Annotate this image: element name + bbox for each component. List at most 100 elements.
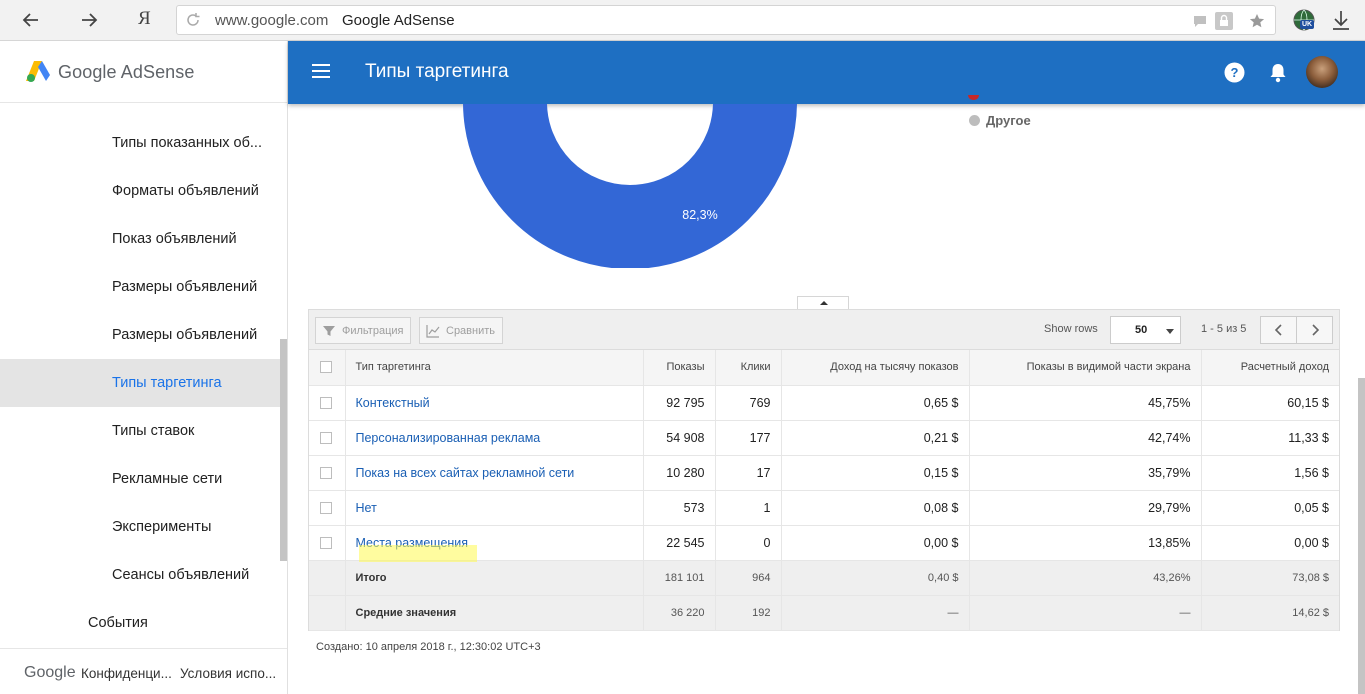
prev-page-button[interactable] <box>1260 316 1297 344</box>
earnings-cell: 0,00 $ <box>1201 525 1339 561</box>
impressions-cell: 573 <box>643 490 716 526</box>
earnings-cell: 1,56 $ <box>1201 455 1339 491</box>
row-checkbox[interactable] <box>309 455 346 491</box>
main-scrollbar[interactable] <box>1358 378 1365 694</box>
donut-percent-label: 82,3% <box>682 208 717 222</box>
table-row: Контекстный 92 795 769 0,65 $ 45,75% 60,… <box>309 385 1339 421</box>
select-all-checkbox[interactable] <box>309 350 346 386</box>
rpm-cell: 0,21 $ <box>781 420 970 456</box>
menu-icon[interactable] <box>312 64 330 78</box>
report-created-timestamp: Создано: 10 апреля 2018 г., 12:30:02 UTC… <box>316 641 541 653</box>
impressions-cell: 92 795 <box>643 385 716 421</box>
column-header[interactable]: Расчетный доход <box>1201 350 1339 386</box>
next-page-button[interactable] <box>1296 316 1333 344</box>
sidebar-item[interactable]: Форматы объявлений <box>0 167 280 215</box>
rpm-cell: 0,08 $ <box>781 490 970 526</box>
total-clicks: 964 <box>715 560 782 596</box>
sidebar-scrollbar[interactable] <box>280 339 287 561</box>
sidebar-item-active[interactable]: Типы таргетинга <box>0 359 280 407</box>
table-row: Показ на всех сайтах рекламной сети 10 2… <box>309 455 1339 491</box>
legend-dot <box>969 115 980 126</box>
lock-icon[interactable] <box>1215 12 1233 30</box>
sidebar-item-label: События <box>88 615 148 631</box>
notifications-bell-icon[interactable] <box>1268 62 1288 83</box>
total-earnings: 73,08 $ <box>1201 560 1339 596</box>
star-icon[interactable] <box>1249 13 1265 29</box>
address-bar[interactable]: www.google.com Google AdSense <box>176 5 1276 35</box>
average-clicks: 192 <box>715 595 782 631</box>
row-checkbox[interactable] <box>309 525 346 561</box>
compare-button[interactable]: Сравнить <box>419 317 504 344</box>
average-viewability: — <box>969 595 1202 631</box>
rows-per-page-value: 50 <box>1135 324 1148 336</box>
sidebar-item-label: Размеры объявлений <box>112 279 258 295</box>
filter-button[interactable]: Фильтрация <box>315 317 412 344</box>
column-header[interactable]: Показы в видимой части экрана <box>969 350 1202 386</box>
clicks-cell: 17 <box>715 455 782 491</box>
targeting-type-link[interactable]: Персонализированная реклама <box>345 420 644 456</box>
row-checkbox[interactable] <box>309 385 346 421</box>
column-header[interactable]: Доход на тысячу показов <box>781 350 970 386</box>
sidebar-item[interactable]: Размеры объявлений <box>0 311 280 359</box>
help-icon[interactable]: ? <box>1224 62 1245 83</box>
targeting-type-link[interactable]: Контекстный <box>345 385 644 421</box>
targeting-donut-chart: 82,3% <box>463 104 797 268</box>
impressions-cell: 10 280 <box>643 455 716 491</box>
column-header[interactable]: Клики <box>715 350 782 386</box>
sidebar-item-events[interactable]: События <box>0 599 280 647</box>
download-icon[interactable] <box>1331 9 1351 31</box>
impressions-cell: 54 908 <box>643 420 716 456</box>
chevron-right-icon <box>1312 324 1320 336</box>
targeting-type-link[interactable]: Нет <box>345 490 644 526</box>
rpm-cell: 0,15 $ <box>781 455 970 491</box>
total-row: Итого 181 101 964 0,40 $ 43,26% 73,08 $ <box>309 560 1339 596</box>
targeting-table: Тип таргетинга Показы Клики Доход на тыс… <box>309 350 1339 631</box>
privacy-link[interactable]: Конфиденци... <box>81 666 172 681</box>
sidebar-item-label: Размеры объявлений <box>112 327 258 343</box>
yandex-button[interactable]: Я <box>138 8 151 30</box>
table-row: Нет 573 1 0,08 $ 29,79% 0,05 $ <box>309 490 1339 526</box>
brand-name[interactable]: Google AdSense <box>58 62 195 83</box>
sidebar-item[interactable]: Типы ставок <box>0 407 280 455</box>
column-header[interactable]: Тип таргетинга <box>345 350 644 386</box>
column-header[interactable]: Показы <box>643 350 716 386</box>
chevron-down-icon <box>1166 329 1174 334</box>
targeting-type-link[interactable]: Показ на всех сайтах рекламной сети <box>345 455 644 491</box>
comment-icon[interactable] <box>1192 13 1208 29</box>
total-viewability: 43,26% <box>969 560 1202 596</box>
viewability-cell: 13,85% <box>969 525 1202 561</box>
sidebar-item[interactable]: Типы показанных об... <box>0 119 280 167</box>
rpm-cell: 0,00 $ <box>781 525 970 561</box>
sidebar-item-label: Форматы объявлений <box>112 183 259 199</box>
reload-icon[interactable] <box>185 12 201 28</box>
row-checkbox[interactable] <box>309 420 346 456</box>
earnings-cell: 60,15 $ <box>1201 385 1339 421</box>
pagination-range: 1 - 5 из 5 <box>1201 323 1247 335</box>
rpm-cell: 0,65 $ <box>781 385 970 421</box>
average-earnings: 14,62 $ <box>1201 595 1339 631</box>
back-icon[interactable] <box>18 8 44 32</box>
sidebar-item[interactable]: Показ объявлений <box>0 215 280 263</box>
svg-text:?: ? <box>1231 65 1239 80</box>
sidebar-item-label: Типы таргетинга <box>112 375 222 391</box>
browser-toolbar: Я www.google.com Google AdSense UK <box>0 0 1365 41</box>
impressions-cell: 22 545 <box>643 525 716 561</box>
average-row: Средние значения 36 220 192 — — 14,62 $ <box>309 595 1339 631</box>
terms-link[interactable]: Условия испо... <box>180 666 276 681</box>
avatar[interactable] <box>1306 56 1338 88</box>
collapse-chart-button[interactable] <box>797 296 849 310</box>
row-checkbox[interactable] <box>309 490 346 526</box>
sidebar: Google AdSense Типы показанных об... Фор… <box>0 41 288 694</box>
sidebar-item[interactable]: Эксперименты <box>0 503 280 551</box>
line-chart-icon <box>426 324 440 338</box>
sidebar-item[interactable]: Сеансы объявлений <box>0 551 280 599</box>
rows-per-page-select[interactable]: 50 <box>1110 316 1181 344</box>
forward-icon[interactable] <box>76 8 102 32</box>
sidebar-item[interactable]: Размеры объявлений <box>0 263 280 311</box>
average-label: Средние значения <box>345 595 644 631</box>
compare-label: Сравнить <box>446 324 496 337</box>
sidebar-item-label: Эксперименты <box>112 519 212 535</box>
viewability-cell: 35,79% <box>969 455 1202 491</box>
sidebar-item[interactable]: Рекламные сети <box>0 455 280 503</box>
table-header-row: Тип таргетинга Показы Клики Доход на тыс… <box>309 350 1339 386</box>
